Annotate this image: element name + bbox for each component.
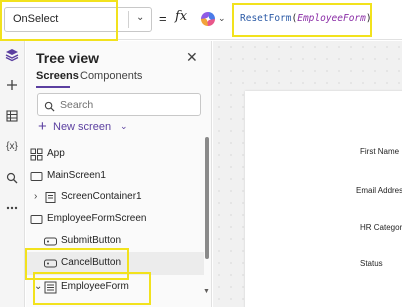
more-icon[interactable] xyxy=(3,199,21,217)
plus-icon: + xyxy=(38,118,47,135)
container-icon xyxy=(44,191,57,204)
tree-item-submitbutton[interactable]: SubmitButton xyxy=(26,230,204,253)
tab-components[interactable]: Components xyxy=(80,70,142,82)
tree-item-label: ScreenContainer1 xyxy=(61,191,142,202)
formula-input[interactable]: ResetForm(EmployeeForm) xyxy=(234,5,402,33)
formula-argument: EmployeeForm xyxy=(297,13,366,24)
new-screen-label: New screen xyxy=(53,121,112,133)
panel-title: Tree view xyxy=(36,50,100,66)
search-input[interactable]: Search xyxy=(37,93,201,116)
tree-item-label: SubmitButton xyxy=(61,235,122,246)
tree-item-label: CancelButton xyxy=(61,257,122,268)
button-icon xyxy=(44,257,57,270)
chevron-down-icon[interactable]: ⌄ xyxy=(136,12,144,23)
fx-icon: fx xyxy=(175,9,188,24)
copilot-icon[interactable] xyxy=(200,11,216,27)
table-icon[interactable] xyxy=(3,107,21,125)
tab-screens[interactable]: Screens xyxy=(36,70,79,82)
tree-item-screencontainer1[interactable]: › ScreenContainer1 xyxy=(26,186,204,209)
layers-icon[interactable] xyxy=(3,46,21,64)
tree-item-app[interactable]: App xyxy=(26,143,204,166)
formula-close-paren: ) xyxy=(365,13,372,24)
app-icon xyxy=(30,148,43,161)
form-field-email-address: Email Address xyxy=(356,186,402,195)
form-icon xyxy=(44,281,57,294)
chevron-right-icon[interactable]: › xyxy=(34,191,37,202)
property-dropdown[interactable]: OnSelect ⌄ xyxy=(4,7,152,32)
tree-item-employeeform[interactable]: ⌄ EmployeeForm xyxy=(26,276,204,299)
plus-icon[interactable] xyxy=(3,76,21,94)
left-rail: {x} xyxy=(0,41,25,307)
chevron-down-icon[interactable]: ⌄ xyxy=(34,281,42,292)
search-icon[interactable] xyxy=(3,169,21,187)
scroll-down-icon[interactable]: ▼ xyxy=(203,288,210,295)
tree-view-panel: Tree view ✕ Screens Components Search + … xyxy=(26,41,212,307)
chevron-down-icon: ⌄ xyxy=(120,121,128,131)
search-icon xyxy=(44,99,55,117)
equals-sign: = xyxy=(159,11,167,26)
tree-item-label: MainScreen1 xyxy=(47,170,106,181)
tree-item-label: EmployeeFormScreen xyxy=(47,213,147,224)
formula-function: ResetForm xyxy=(240,13,292,24)
tree-scrollbar[interactable]: ▼ xyxy=(203,137,210,307)
screen-icon xyxy=(30,213,43,226)
copilot-chevron-icon[interactable]: ⌄ xyxy=(218,13,226,24)
property-value: OnSelect xyxy=(13,13,59,25)
tree-item-mainscreen1[interactable]: MainScreen1 xyxy=(26,165,204,188)
form-field-first-name: First Name xyxy=(360,147,400,156)
formula-bar: OnSelect ⌄ = fx ⌄ ResetForm(EmployeeForm… xyxy=(0,0,402,40)
tree-item-employeeformscreen[interactable]: EmployeeFormScreen xyxy=(26,208,204,231)
scroll-thumb[interactable] xyxy=(205,137,209,259)
form-field-status: Status xyxy=(360,259,383,268)
property-divider xyxy=(128,11,129,28)
form-field-hr-category: HR Category xyxy=(360,223,402,232)
tree-item-label: EmployeeForm xyxy=(61,281,129,292)
form-preview[interactable] xyxy=(245,91,402,307)
button-icon xyxy=(44,235,57,248)
variables-icon[interactable]: {x} xyxy=(3,137,21,155)
tree-item-cancelbutton[interactable]: CancelButton xyxy=(26,252,204,275)
tree-item-label: App xyxy=(47,148,65,159)
search-placeholder: Search xyxy=(60,99,94,111)
active-tab-indicator xyxy=(36,86,70,88)
screen-icon xyxy=(30,170,43,183)
close-icon[interactable]: ✕ xyxy=(186,49,198,66)
